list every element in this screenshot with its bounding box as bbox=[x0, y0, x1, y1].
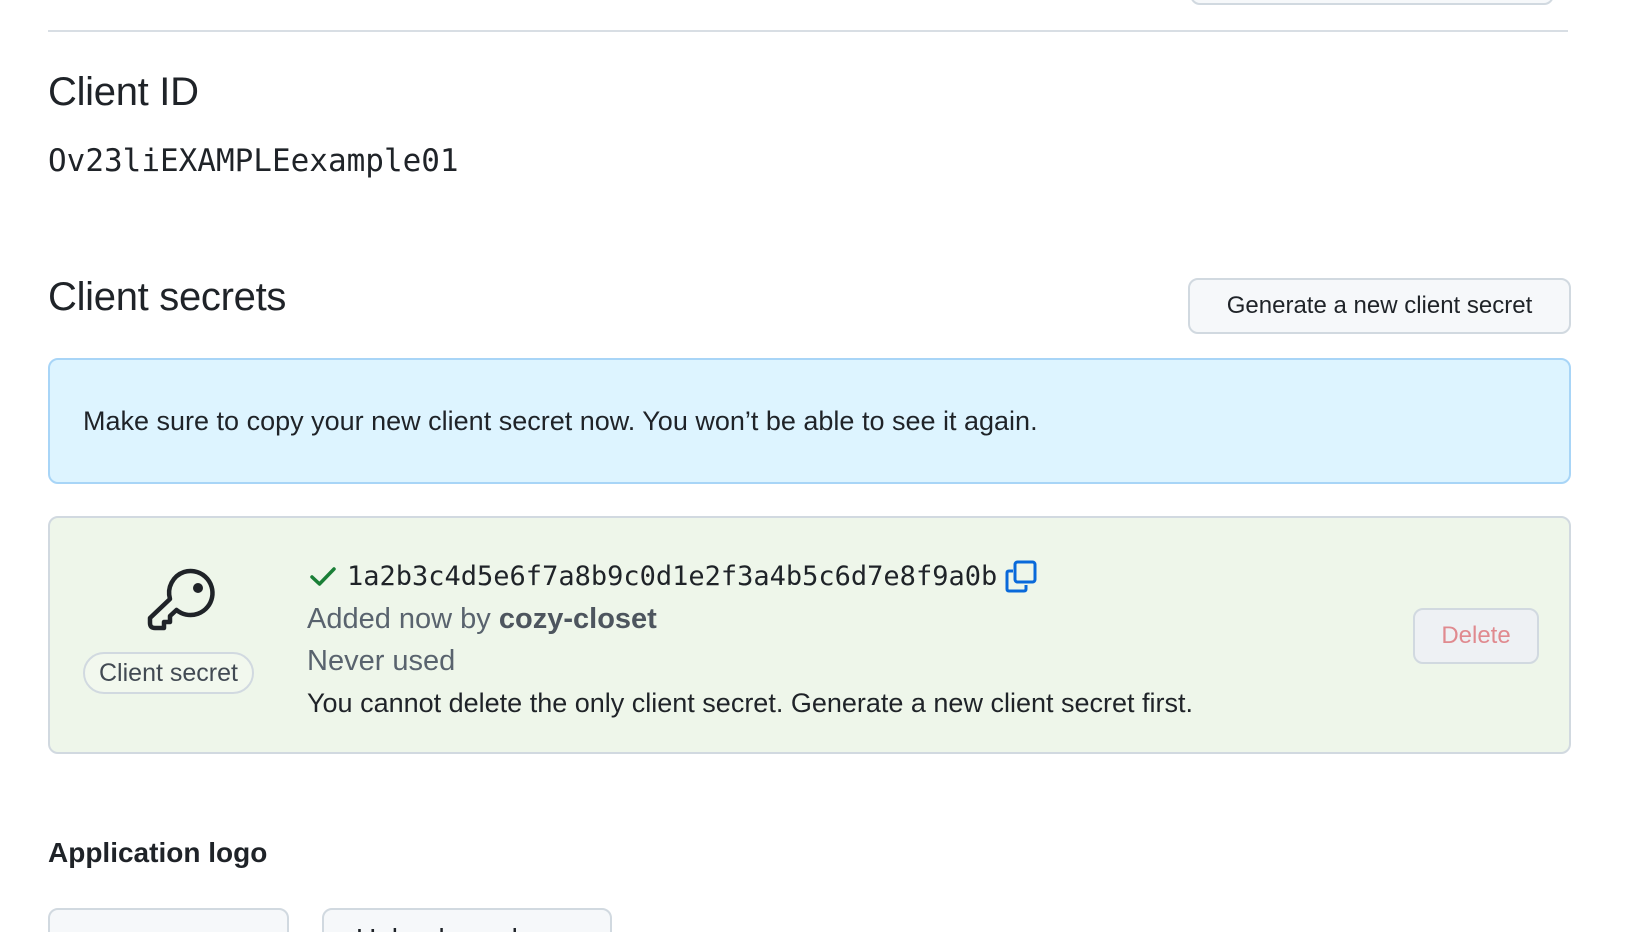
delete-note: You cannot delete the only client secret… bbox=[307, 688, 1194, 718]
flash-notice: Make sure to copy your new client secret… bbox=[48, 358, 1571, 484]
client-id-value: Ov23liEXAMPLEexample01 bbox=[48, 143, 459, 179]
top-clipped-button[interactable] bbox=[1190, 0, 1554, 5]
client-secret-badge: Client secret bbox=[83, 652, 254, 694]
secret-details: 1a2b3c4d5e6f7a8b9c0d1e2f3a4b5c6d7e8f9a0b… bbox=[307, 554, 1193, 724]
key-icon bbox=[147, 568, 215, 631]
added-by-user: cozy-closet bbox=[498, 603, 657, 635]
secret-added-info: Added now by cozy-closet bbox=[307, 598, 1193, 640]
added-prefix: Added now by bbox=[307, 603, 491, 635]
upload-logo-label: Upload new logo bbox=[356, 923, 565, 932]
flash-message: Make sure to copy your new client secret… bbox=[83, 405, 1038, 436]
client-id-heading: Client ID bbox=[48, 70, 199, 114]
logo-preview bbox=[48, 908, 289, 932]
delete-secret-button[interactable]: Delete bbox=[1413, 608, 1539, 664]
client-secret-item: Client secret 1a2b3c4d5e6f7a8b9c0d1e2f3a… bbox=[48, 516, 1571, 754]
client-secret-value: 1a2b3c4d5e6f7a8b9c0d1e2f3a4b5c6d7e8f9a0b bbox=[347, 560, 998, 592]
application-logo-heading: Application logo bbox=[48, 837, 268, 868]
client-secrets-heading: Client secrets bbox=[48, 275, 287, 319]
check-icon bbox=[310, 567, 336, 586]
section-divider bbox=[48, 30, 1568, 32]
upload-logo-button[interactable]: Upload new logo bbox=[322, 908, 612, 932]
generate-client-secret-button[interactable]: Generate a new client secret bbox=[1188, 278, 1571, 334]
copy-icon[interactable] bbox=[1003, 558, 1039, 594]
secret-usage: Never used bbox=[307, 645, 456, 677]
secret-value-row: 1a2b3c4d5e6f7a8b9c0d1e2f3a4b5c6d7e8f9a0b bbox=[307, 554, 1193, 598]
app-settings-page: Client ID Ov23liEXAMPLEexample01 Client … bbox=[0, 0, 1630, 932]
